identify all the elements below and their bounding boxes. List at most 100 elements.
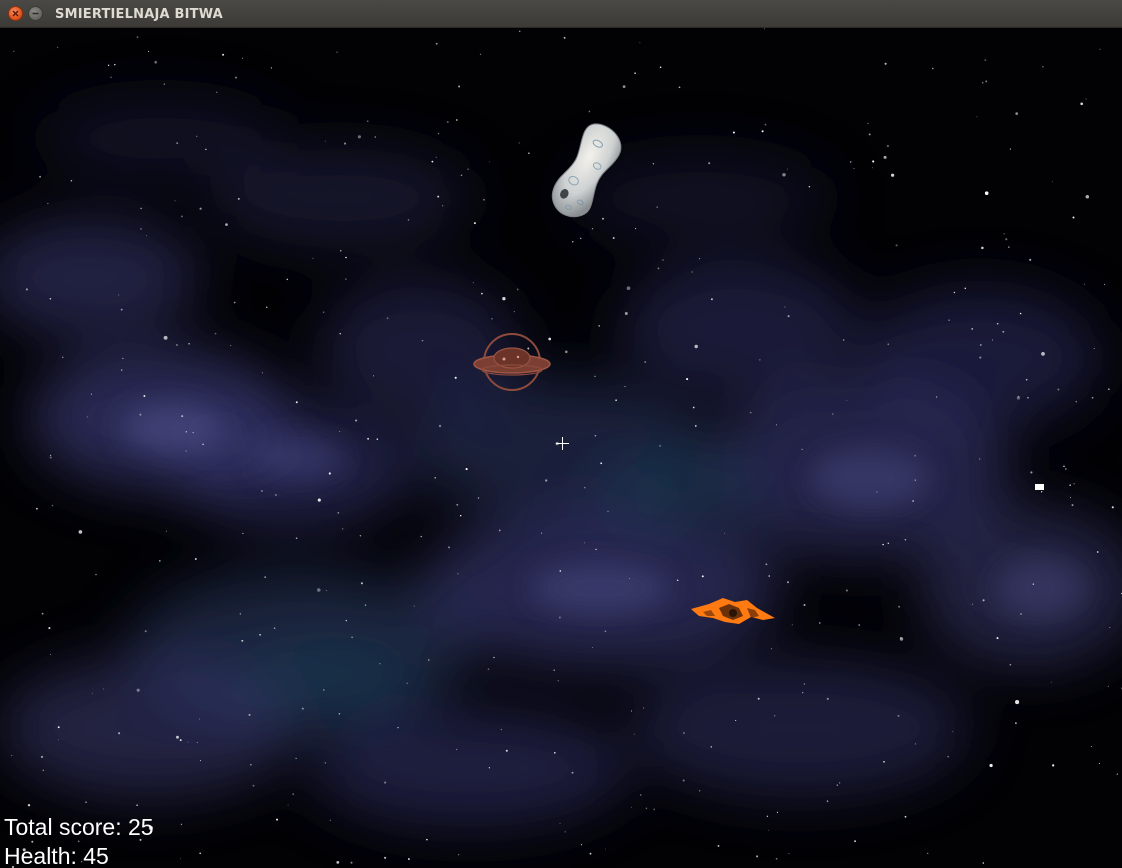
star bbox=[991, 339, 994, 341]
star bbox=[891, 173, 895, 177]
star bbox=[489, 161, 491, 163]
star bbox=[502, 297, 506, 301]
star bbox=[947, 755, 950, 758]
star bbox=[1107, 685, 1109, 687]
star bbox=[481, 292, 483, 295]
title-bar[interactable]: SMIERTIELNAJA BITWA bbox=[0, 0, 1122, 28]
star bbox=[180, 215, 183, 218]
star bbox=[25, 288, 28, 291]
star bbox=[774, 715, 776, 717]
star bbox=[27, 803, 31, 807]
star bbox=[981, 246, 984, 250]
star bbox=[435, 42, 438, 45]
star bbox=[345, 278, 347, 280]
star bbox=[976, 116, 978, 118]
game-viewport[interactable]: Total score: 25 Health: 45 bbox=[0, 28, 1122, 868]
star bbox=[1050, 681, 1052, 683]
star bbox=[230, 345, 232, 347]
star bbox=[1016, 396, 1020, 400]
star bbox=[1042, 66, 1044, 68]
star bbox=[292, 793, 295, 795]
star bbox=[458, 85, 461, 88]
star bbox=[180, 823, 182, 825]
star bbox=[264, 576, 267, 578]
score-label: Total score: bbox=[4, 814, 122, 840]
star bbox=[343, 142, 347, 145]
star bbox=[1070, 497, 1072, 499]
star bbox=[584, 542, 586, 544]
star bbox=[1032, 583, 1034, 585]
close-button[interactable] bbox=[8, 6, 23, 21]
star bbox=[420, 535, 422, 538]
star bbox=[784, 306, 786, 308]
star bbox=[185, 430, 188, 433]
star bbox=[558, 616, 561, 619]
star bbox=[384, 781, 387, 784]
star bbox=[872, 160, 875, 163]
star bbox=[242, 532, 244, 535]
star bbox=[336, 51, 338, 53]
star bbox=[237, 197, 240, 200]
star bbox=[886, 145, 889, 148]
star bbox=[458, 854, 460, 856]
star bbox=[493, 656, 495, 659]
minimize-button[interactable] bbox=[28, 6, 43, 21]
star bbox=[1108, 388, 1110, 390]
star bbox=[287, 804, 289, 806]
star bbox=[895, 244, 898, 247]
star bbox=[882, 543, 884, 546]
star bbox=[1052, 764, 1055, 767]
star bbox=[580, 844, 583, 846]
star bbox=[808, 186, 811, 188]
health-value: 45 bbox=[83, 843, 109, 868]
star bbox=[110, 76, 112, 79]
star bbox=[914, 743, 917, 745]
star bbox=[971, 603, 974, 605]
star bbox=[295, 537, 298, 540]
star bbox=[140, 207, 142, 210]
star bbox=[62, 356, 64, 358]
star bbox=[579, 237, 582, 240]
star bbox=[622, 85, 626, 88]
star bbox=[325, 590, 328, 592]
star bbox=[932, 67, 934, 70]
star bbox=[57, 726, 60, 729]
star bbox=[572, 241, 574, 243]
star bbox=[196, 135, 198, 137]
star bbox=[235, 76, 237, 79]
star bbox=[849, 161, 852, 163]
star bbox=[118, 732, 121, 735]
star bbox=[854, 840, 857, 843]
star bbox=[604, 848, 606, 850]
star bbox=[1064, 468, 1067, 470]
star bbox=[787, 581, 789, 584]
star bbox=[708, 162, 711, 165]
star bbox=[898, 605, 901, 608]
star bbox=[589, 852, 592, 855]
star bbox=[979, 356, 982, 359]
star bbox=[199, 207, 202, 210]
star bbox=[1073, 483, 1075, 485]
star bbox=[979, 458, 981, 460]
star bbox=[434, 477, 436, 479]
star bbox=[787, 315, 790, 318]
star bbox=[158, 560, 161, 562]
star bbox=[602, 217, 604, 220]
star bbox=[336, 861, 340, 864]
star bbox=[803, 683, 806, 685]
star bbox=[143, 395, 146, 397]
star bbox=[166, 530, 167, 532]
health-label: Health: bbox=[4, 843, 77, 868]
star bbox=[624, 386, 626, 387]
star bbox=[261, 372, 263, 374]
star bbox=[95, 573, 97, 576]
crosshair-icon bbox=[556, 437, 569, 450]
star bbox=[868, 133, 871, 136]
star bbox=[51, 504, 54, 507]
star bbox=[553, 669, 555, 672]
star bbox=[47, 202, 49, 205]
star bbox=[456, 748, 458, 751]
star bbox=[1009, 148, 1011, 150]
star bbox=[984, 59, 987, 61]
star bbox=[1009, 663, 1012, 666]
